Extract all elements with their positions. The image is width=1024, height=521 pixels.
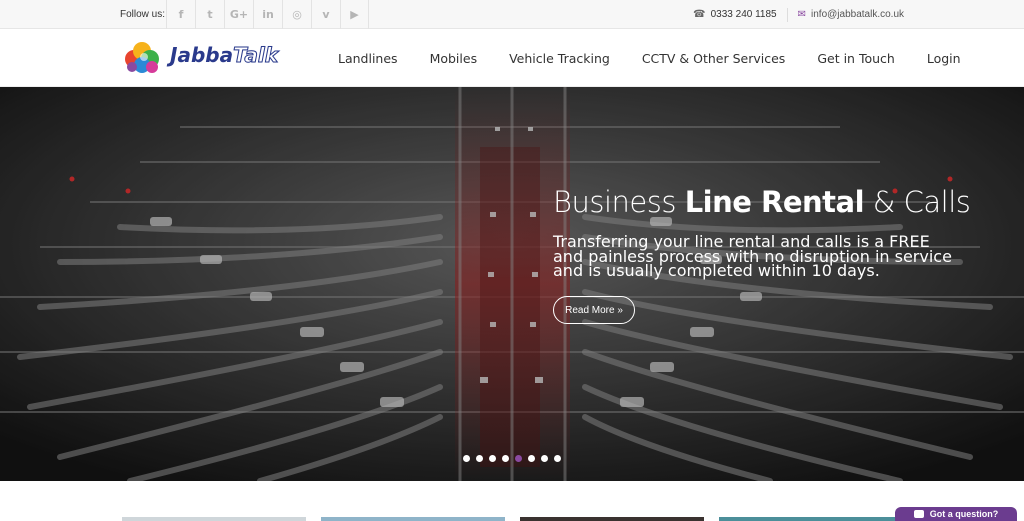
hero-title-bold: Line Rental <box>684 185 865 219</box>
service-card-image[interactable] <box>122 517 306 521</box>
envelope-icon: ✉ <box>797 9 807 20</box>
twitter-icon[interactable]: t <box>195 0 224 29</box>
nav-cctv-other-services[interactable]: CCTV & Other Services <box>626 51 802 66</box>
vimeo-icon[interactable]: v <box>311 0 340 29</box>
service-card-image[interactable] <box>719 517 903 521</box>
contact-divider <box>786 7 788 22</box>
google-plus-icon[interactable]: G+ <box>224 0 253 29</box>
follow-us-label: Follow us: <box>120 9 166 20</box>
slider-dot[interactable] <box>476 455 483 462</box>
slider-dot[interactable] <box>541 455 548 462</box>
hero-title: Business Line Rental & Calls <box>553 185 971 219</box>
logo-text-jabba: Jabba <box>170 43 234 67</box>
service-card-image[interactable] <box>321 517 505 521</box>
phone-number[interactable]: 0333 240 1185 <box>711 9 777 20</box>
facebook-icon[interactable]: f <box>166 0 195 29</box>
youtube-icon[interactable]: ▶ <box>340 0 369 29</box>
contact-info: ☎ 0333 240 1185 ✉ info@jabbatalk.co.uk <box>693 0 904 29</box>
main-navigation: Landlines Mobiles Vehicle Tracking CCTV … <box>322 29 977 87</box>
social-links: f t G+ in ◎ v ▶ <box>166 0 369 29</box>
logo-wordmark: JabbaTalk <box>170 43 279 68</box>
slider-dot-active[interactable] <box>515 455 522 462</box>
hero-description: Transferring your line rental and calls … <box>553 232 952 280</box>
logo-text-talk: Talk <box>233 43 279 68</box>
nav-get-in-touch[interactable]: Get in Touch <box>801 51 911 66</box>
service-card-image[interactable] <box>520 517 704 521</box>
slider-dot[interactable] <box>528 455 535 462</box>
phone-icon: ☎ <box>693 9 706 20</box>
slider-dot[interactable] <box>463 455 470 462</box>
hero-slider: Business Line Rental & Calls Transferrin… <box>0 87 1024 481</box>
top-bar: Follow us: f t G+ in ◎ v ▶ ☎ 0333 240 11… <box>0 0 1024 29</box>
service-cards-section <box>0 481 1024 521</box>
nav-login[interactable]: Login <box>911 51 977 66</box>
hero-title-light-1: Business <box>553 185 685 219</box>
slider-dot[interactable] <box>502 455 509 462</box>
nav-vehicle-tracking[interactable]: Vehicle Tracking <box>493 51 626 66</box>
email-link[interactable]: info@jabbatalk.co.uk <box>811 9 904 20</box>
chat-label: Got a question? <box>929 509 999 519</box>
nav-landlines[interactable]: Landlines <box>322 51 414 66</box>
main-header: JabbaTalk Landlines Mobiles Vehicle Trac… <box>0 29 1024 87</box>
nav-mobiles[interactable]: Mobiles <box>414 51 494 66</box>
chat-widget-button[interactable]: Got a question? <box>895 507 1017 521</box>
slider-dots <box>463 455 567 462</box>
hero-title-light-2: & Calls <box>864 185 971 219</box>
jabbatalk-logo[interactable]: JabbaTalk <box>122 37 278 77</box>
chat-bubble-icon <box>913 510 924 518</box>
slider-dot[interactable] <box>489 455 496 462</box>
hero-background-image <box>0 87 1024 481</box>
read-more-button[interactable]: Read More » <box>553 296 635 324</box>
slider-dot[interactable] <box>554 455 561 462</box>
instagram-icon[interactable]: ◎ <box>282 0 311 29</box>
linkedin-icon[interactable]: in <box>253 0 282 29</box>
page: Follow us: f t G+ in ◎ v ▶ ☎ 0333 240 11… <box>0 0 1024 521</box>
